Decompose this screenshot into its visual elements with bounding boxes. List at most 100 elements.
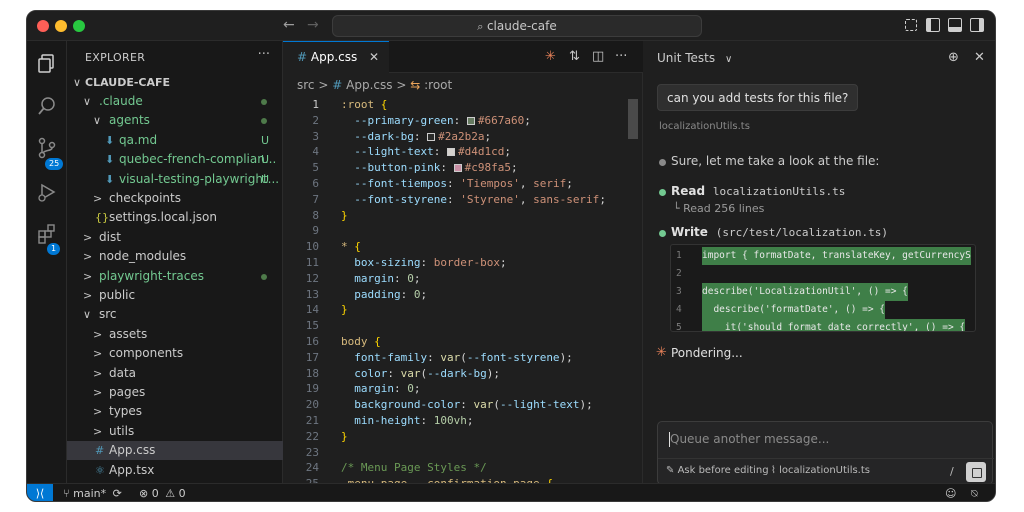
copilot-icon[interactable]: ☺ — [945, 486, 956, 501]
color-swatch[interactable] — [446, 148, 455, 157]
tree-item[interactable]: ⬇ qa.md U — [67, 131, 283, 150]
step-bullet-success — [659, 189, 666, 196]
chat-title[interactable]: Unit Tests ∨ — [657, 51, 732, 65]
css-icon: # — [95, 444, 105, 458]
color-swatch[interactable] — [466, 116, 475, 125]
claude-sparkle-icon[interactable]: ✳ — [545, 49, 556, 64]
tab-app-css[interactable]: # App.css ✕ — [283, 41, 389, 73]
problems-indicator[interactable]: ⊗ 0 ⚠ 0 — [139, 486, 186, 501]
symbol-icon: ⇆ — [410, 78, 421, 92]
code-text: } — [341, 429, 348, 445]
breadcrumb-src[interactable]: src — [297, 78, 315, 92]
code-text: padding: 0; — [341, 287, 427, 303]
git-branch[interactable]: ⑂ main* ⟳ — [63, 486, 122, 501]
stop-button[interactable] — [966, 462, 986, 482]
line-number: 1 — [312, 98, 319, 111]
tree-root[interactable]: ∨ CLAUDE-CAFE — [67, 73, 283, 92]
tree-item[interactable]: > checkpoints — [67, 189, 283, 208]
code-token: : — [440, 161, 454, 175]
customize-layout-icon[interactable] — [905, 19, 917, 31]
code-token: : — [393, 382, 408, 396]
tree-item[interactable]: ∨ agents — [67, 111, 283, 130]
command-center-search[interactable]: ⌕ claude-cafe — [332, 15, 702, 37]
tree-item-label: utils — [109, 423, 135, 438]
chevron-down-icon: ∨ — [724, 54, 733, 65]
breadcrumb-file[interactable]: App.css — [346, 78, 392, 92]
tree-item[interactable]: > pages — [67, 383, 283, 402]
remote-indicator-icon[interactable]: ⟩⟨ — [27, 484, 53, 501]
attached-file[interactable]: ⌇ localizationUtils.ts — [771, 465, 870, 476]
tree-item-label: .claude — [99, 94, 143, 108]
tree-item[interactable]: > dist — [67, 228, 283, 247]
tree-item[interactable]: {} settings.local.json — [67, 208, 283, 227]
chevron-right-icon: > — [93, 192, 103, 205]
tree-item[interactable]: > components — [67, 344, 283, 363]
code-token: : — [387, 366, 401, 380]
tree-item-label: agents — [109, 113, 150, 128]
tree-item[interactable]: > assets — [67, 325, 283, 344]
diff-line: 2 — [671, 265, 975, 283]
tree-item[interactable]: ⬇ visual-testing-playwright... U — [67, 170, 283, 189]
line-number: 3 — [312, 129, 319, 143]
explorer-more-button[interactable]: ··· — [258, 47, 270, 62]
close-window-button[interactable] — [37, 20, 49, 32]
read-detail: └ Read 256 lines — [673, 202, 765, 215]
diff-preview[interactable]: 1 import { formatDate, translateKey, getC… — [670, 244, 976, 332]
forward-arrow-icon[interactable]: → — [307, 17, 319, 33]
code-token: , — [519, 192, 534, 206]
tree-item[interactable]: ∨ src — [67, 305, 283, 324]
tree-item[interactable]: ⚛ App.tsx — [67, 461, 283, 480]
breadcrumb-symbol[interactable]: :root — [424, 78, 452, 92]
git-modified-dot — [261, 273, 267, 280]
tree-item[interactable]: > data — [67, 364, 283, 383]
code-token: : — [453, 113, 467, 127]
extensions-icon[interactable] — [36, 223, 58, 245]
source-control-icon[interactable] — [36, 137, 58, 159]
code-text: color: var(--dark-bg); — [341, 366, 500, 382]
close-icon[interactable]: ✕ — [974, 50, 985, 65]
toggle-panel-icon[interactable] — [948, 18, 962, 32]
chat-input[interactable]: Queue another message... ✎ Ask before ed… — [657, 421, 994, 485]
toggle-primary-sidebar-icon[interactable] — [926, 18, 940, 32]
error-count: 0 — [151, 487, 159, 500]
tree-item[interactable]: ⬇ quebec-french-complian... U — [67, 150, 283, 169]
split-editor-icon[interactable]: ◫ — [592, 49, 604, 64]
slash-command-button[interactable]: / — [950, 465, 954, 478]
new-chat-icon[interactable]: ⊕ — [948, 50, 959, 65]
chevron-right-icon: > — [83, 289, 93, 302]
read-label: Read — [671, 184, 706, 198]
code-token: } — [341, 429, 348, 443]
tree-item[interactable]: > public — [67, 286, 283, 305]
more-actions-icon[interactable]: ··· — [615, 49, 627, 64]
tree-item[interactable]: > node_modules — [67, 247, 283, 266]
run-debug-icon[interactable] — [36, 181, 58, 203]
code-token: { — [380, 98, 388, 111]
color-swatch[interactable] — [453, 164, 462, 173]
editor-scrollbar[interactable] — [628, 99, 638, 139]
minimize-window-button[interactable] — [55, 20, 67, 32]
tree-item[interactable]: # App.css — [67, 441, 283, 461]
edit-mode-toggle[interactable]: ✎ Ask before editing — [666, 465, 769, 476]
editor-group: # App.css ✕ ✳ ⇅ ◫ ··· src > # App.css > … — [283, 41, 643, 490]
tree-item-label: dist — [99, 229, 121, 244]
tree-item[interactable]: > playwright-traces — [67, 267, 283, 286]
toggle-secondary-sidebar-icon[interactable] — [970, 18, 984, 32]
git-status-badge: U — [260, 153, 269, 167]
color-swatch[interactable] — [427, 132, 436, 141]
tree-item[interactable]: > utils — [67, 422, 283, 441]
tree-item-label: checkpoints — [109, 191, 181, 205]
explorer-files-icon[interactable] — [36, 53, 58, 75]
close-tab-icon[interactable]: ✕ — [369, 42, 379, 72]
code-token: --light-text — [499, 398, 580, 412]
code-line: 23 — [283, 445, 628, 461]
notifications-muted-icon[interactable]: ⍉ — [971, 486, 978, 501]
code-token: ; — [420, 287, 428, 301]
compare-changes-icon[interactable]: ⇅ — [569, 49, 580, 64]
back-arrow-icon[interactable]: ← — [283, 17, 295, 33]
line-number: 9 — [312, 224, 319, 238]
tree-item[interactable]: > types — [67, 402, 283, 421]
code-token: min-height — [341, 414, 421, 427]
search-icon[interactable] — [36, 95, 58, 117]
maximize-window-button[interactable] — [73, 20, 85, 32]
tree-item[interactable]: ∨ .claude — [67, 92, 283, 111]
